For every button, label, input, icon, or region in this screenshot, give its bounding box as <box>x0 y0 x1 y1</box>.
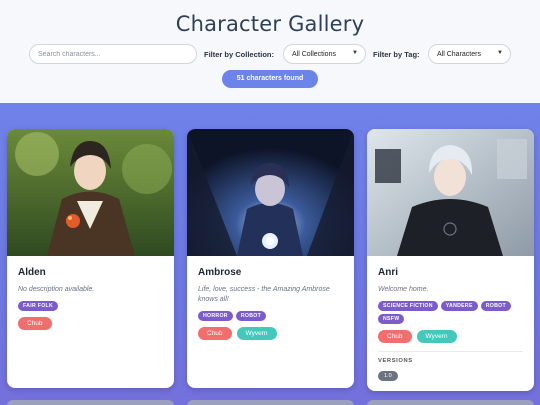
tag-filter-label: Filter by Tag: <box>373 50 420 59</box>
character-card[interactable]: Ambrose Life, love, success - the Amazin… <box>187 129 354 388</box>
source-wyvern-button[interactable]: Wyvern <box>236 327 277 340</box>
tag-badge[interactable]: ROBOT <box>480 301 511 311</box>
source-chub-button[interactable]: Chub <box>378 330 412 343</box>
gallery-header: Character Gallery Filter by Collection: … <box>0 0 540 103</box>
tag-badge[interactable]: SCIENCE FICTION <box>378 301 438 311</box>
chevron-down-icon: ▼ <box>497 50 503 56</box>
tag-select-value: All Characters <box>437 50 481 58</box>
source-chub-button[interactable]: Chub <box>198 327 232 340</box>
source-list: Chub Wyvern <box>198 327 343 340</box>
tag-list: SCIENCE FICTION YANDERE ROBOT NSFW <box>378 301 523 324</box>
collection-select[interactable]: All Collections ▼ <box>283 44 366 64</box>
next-row-card[interactable] <box>7 400 174 405</box>
source-wyvern-button[interactable]: Wyvern <box>416 330 457 343</box>
result-count-badge: 51 characters found <box>222 70 318 88</box>
tag-badge[interactable]: FAIR FOLK <box>18 301 59 311</box>
character-card[interactable]: Alden No description available. FAIR FOL… <box>7 129 174 388</box>
character-portrait <box>7 129 174 256</box>
character-description: Welcome home. <box>378 286 429 293</box>
divider <box>378 351 523 352</box>
collection-filter-label: Filter by Collection: <box>204 50 275 59</box>
tag-list: FAIR FOLK <box>18 301 163 311</box>
character-portrait <box>367 129 534 256</box>
tag-badge[interactable]: ROBOT <box>235 311 267 321</box>
character-description: Life, love, success - the Amazing Ambros… <box>198 286 330 303</box>
next-row-card[interactable] <box>367 400 534 405</box>
tag-badge[interactable]: NSFW <box>378 314 405 324</box>
version-badge[interactable]: 1.0 <box>378 371 398 381</box>
tag-list: HORROR ROBOT <box>198 311 343 321</box>
next-row-card[interactable] <box>187 400 354 405</box>
character-card[interactable]: Anri Welcome home. SCIENCE FICTION YANDE… <box>367 129 534 391</box>
source-chub-button[interactable]: Chub <box>18 317 52 330</box>
page-title: Character Gallery <box>175 12 365 36</box>
source-list: Chub <box>18 317 163 330</box>
source-list: Chub Wyvern <box>378 330 523 343</box>
collection-select-value: All Collections <box>292 50 336 58</box>
character-portrait <box>187 129 354 256</box>
character-name: Anri <box>378 267 398 278</box>
character-name: Alden <box>18 267 46 278</box>
character-description: No description available. <box>18 286 95 293</box>
chevron-down-icon: ▼ <box>352 50 358 56</box>
tag-badge[interactable]: HORROR <box>198 311 233 321</box>
tag-select[interactable]: All Characters ▼ <box>428 44 511 64</box>
tag-badge[interactable]: YANDERE <box>440 301 478 311</box>
character-name: Ambrose <box>198 267 242 278</box>
search-input[interactable] <box>29 44 197 64</box>
